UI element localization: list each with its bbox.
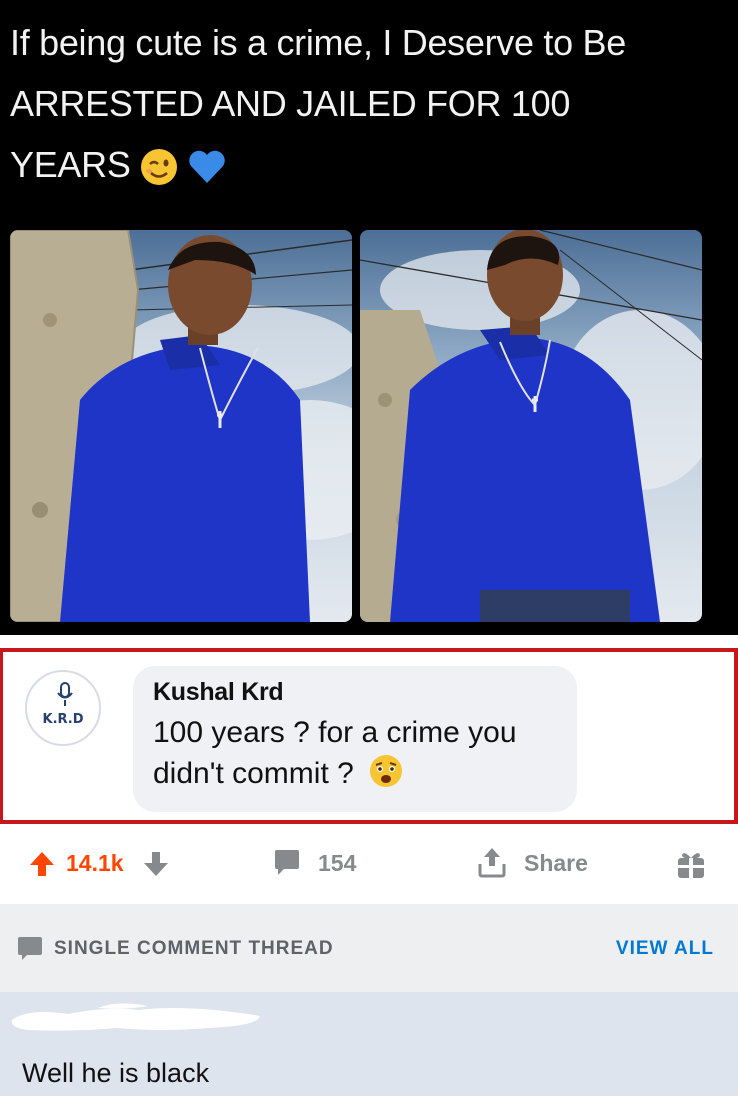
- blue-heart-icon: [188, 151, 225, 184]
- highlighted-comment: K.R.D Kushal Krd 100 years ? for a crime…: [0, 648, 738, 824]
- caption-line-1: If being cute is a crime, I Deserve to B…: [10, 22, 626, 63]
- thread-label: SINGLE COMMENT THREAD: [54, 938, 334, 959]
- reply-comment: Well he is black: [0, 992, 738, 1096]
- microphone-icon: [57, 682, 73, 706]
- downvote-arrow-icon[interactable]: [142, 850, 170, 878]
- post-image[interactable]: If being cute is a crime, I Deserve to B…: [0, 0, 738, 635]
- redacted-username: [11, 1003, 260, 1031]
- caption-line-2: ARRESTED AND JAILED FOR 100: [10, 83, 571, 124]
- winking-face-icon: [140, 149, 177, 186]
- share-icon[interactable]: [477, 846, 507, 878]
- upvote-arrow-icon[interactable]: [28, 850, 56, 878]
- anguished-face-icon: [370, 755, 403, 787]
- comment-bubble-icon[interactable]: [272, 848, 302, 878]
- single-comment-thread-header: SINGLE COMMENT THREAD VIEW ALL: [0, 904, 738, 992]
- photo-right-illustration: [360, 230, 702, 622]
- comment-count[interactable]: 154: [318, 850, 356, 877]
- caption-line-3: YEARS: [10, 134, 730, 195]
- comment-author[interactable]: Kushal Krd: [153, 678, 577, 707]
- vote-count: 14.1k: [66, 850, 124, 876]
- comment-bubble-icon: [18, 937, 42, 960]
- comment-text: 100 years ? for a crime you didn't commi…: [153, 713, 573, 794]
- comment-text-content: 100 years ? for a crime you didn't commi…: [153, 716, 517, 790]
- share-button[interactable]: Share: [524, 850, 588, 877]
- comment-bubble: Kushal Krd 100 years ? for a crime you d…: [133, 666, 577, 812]
- award-gift-icon[interactable]: [676, 848, 706, 880]
- photo-left: [10, 230, 352, 622]
- avatar-logo-text: K.R.D: [42, 711, 84, 727]
- post-caption: If being cute is a crime, I Deserve to B…: [10, 12, 730, 195]
- view-all-link[interactable]: VIEW ALL: [616, 938, 714, 960]
- photo-left-illustration: [10, 230, 352, 622]
- photo-right: [360, 230, 702, 622]
- avatar[interactable]: K.R.D: [25, 670, 101, 746]
- reply-text: Well he is black: [22, 1058, 210, 1088]
- post-action-bar: 14.1k 154 Share: [0, 830, 738, 898]
